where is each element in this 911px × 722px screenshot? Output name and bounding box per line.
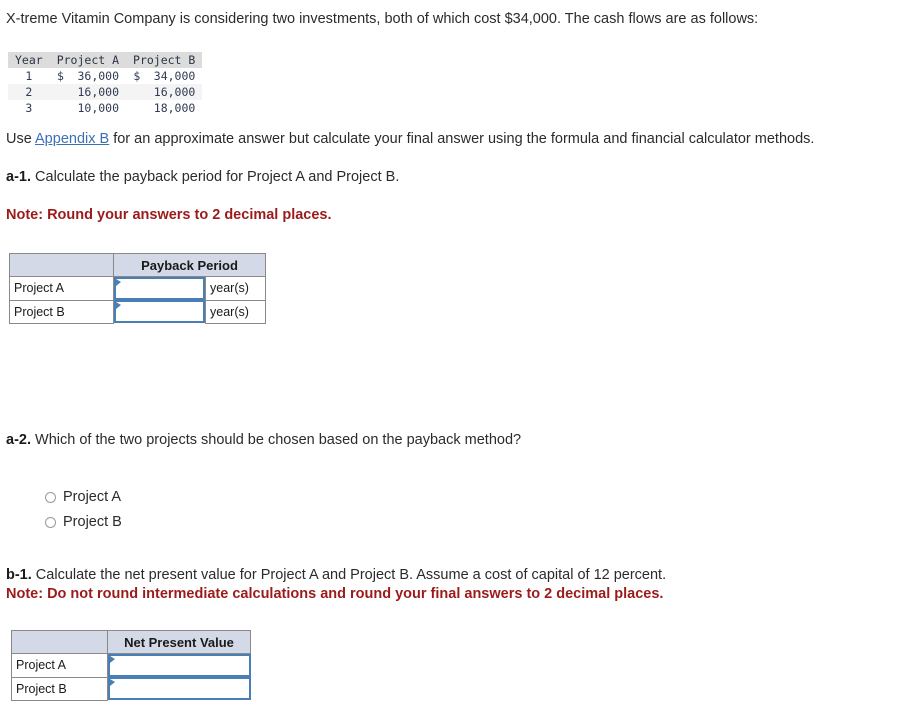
radio-option-project-b[interactable]: Project B	[45, 511, 122, 533]
amount: 18,000	[153, 101, 196, 115]
question-page: X-treme Vitamin Company is considering t…	[0, 0, 911, 722]
question-b1-line: b-1. Calculate the net present value for…	[6, 566, 666, 585]
payback-period-table: Payback Period Project A year(s) Project…	[9, 253, 266, 324]
payback-input-cell-project-a[interactable]	[113, 276, 206, 300]
question-b1-note: Note: Do not round intermediate calculat…	[6, 586, 664, 602]
amount: 16,000	[153, 85, 196, 99]
radio-label-project-b: Project B	[63, 514, 122, 530]
radio-option-project-a[interactable]: Project A	[45, 486, 122, 508]
amount: 16,000	[77, 85, 120, 99]
question-a1-note: Note: Round your answers to 2 decimal pl…	[6, 207, 332, 223]
currency-symbol: $	[133, 69, 141, 83]
radio-icon[interactable]	[45, 516, 56, 528]
question-b1-label: b-1.	[6, 567, 32, 583]
net-present-value-table: Net Present Value Project A Project B	[11, 630, 251, 701]
payback-row-label-project-b: Project B	[9, 299, 114, 324]
appendix-instruction-line: Use Appendix B for an approximate answer…	[6, 130, 814, 149]
cash-flow-project-b-value: 16,000	[126, 84, 203, 100]
cash-flow-project-b-value: $34,000	[126, 68, 202, 84]
cash-flow-year: 1	[25, 69, 33, 83]
amount: 34,000	[153, 69, 196, 83]
cash-flow-header-project-a: Project A	[49, 52, 127, 68]
table-row: 2 16,000 16,000	[8, 84, 203, 100]
question-a2-line: a-2. Which of the two projects should be…	[6, 431, 521, 450]
cash-flow-project-a-value: 10,000	[50, 100, 126, 116]
cash-flow-year: 2	[8, 84, 50, 100]
npv-input-cell-project-a[interactable]	[107, 653, 251, 677]
npv-input-project-b[interactable]	[108, 677, 251, 700]
cash-flow-year: 3	[25, 101, 33, 115]
payback-input-wrap-project-a	[114, 277, 205, 300]
question-b1-text: Calculate the net present value for Proj…	[31, 567, 667, 583]
question-a1-label: a-1.	[6, 169, 31, 185]
npv-corner-cell	[11, 630, 108, 654]
payback-unit-project-b: year(s)	[205, 299, 266, 324]
npv-input-wrap-project-a	[108, 654, 251, 677]
npv-input-project-a[interactable]	[108, 654, 251, 677]
question-a1-text: Calculate the payback period for Project…	[31, 169, 400, 185]
payback-input-project-a[interactable]	[114, 277, 205, 300]
table-row: Project B year(s)	[9, 299, 266, 324]
cash-flow-project-b-value: 18,000	[126, 100, 202, 116]
cash-flow-project-a-value: 16,000	[49, 84, 127, 100]
npv-input-wrap-project-b	[108, 677, 251, 700]
cash-flow-project-a-value: $36,000	[50, 68, 126, 84]
table-row: Project B	[11, 676, 251, 701]
npv-row-label-project-b: Project B	[11, 676, 108, 701]
radio-icon[interactable]	[45, 491, 56, 503]
question-a2-options: Project A Project B	[45, 486, 122, 536]
payback-input-cell-project-b[interactable]	[113, 300, 206, 323]
question-a2-text: Which of the two projects should be chos…	[31, 432, 522, 448]
question-a2-label: a-2.	[6, 432, 31, 448]
payback-header-row: Payback Period	[9, 253, 266, 277]
amount: 36,000	[77, 69, 120, 83]
question-a1-line: a-1. Calculate the payback period for Pr…	[6, 168, 399, 187]
cash-flow-table: Year Project A Project B 1 $36,000 $34,0…	[8, 52, 203, 116]
cash-flow-table-body: 1 $36,000 $34,000 2 16,000 16,000 3 10,0…	[8, 68, 203, 116]
npv-row-label-project-a: Project A	[11, 653, 108, 678]
payback-column-header: Payback Period	[113, 253, 266, 277]
payback-unit-project-a: year(s)	[205, 276, 266, 301]
table-row: Project A year(s)	[9, 276, 266, 301]
appendix-suffix: for an approximate answer but calculate …	[109, 131, 815, 147]
appendix-prefix: Use	[6, 131, 36, 147]
cash-flow-table-head: Year Project A Project B	[8, 52, 203, 68]
table-row: 1 $36,000 $34,000	[8, 68, 202, 84]
intro-paragraph: X-treme Vitamin Company is considering t…	[6, 11, 759, 27]
appendix-b-link[interactable]: Appendix B	[35, 131, 109, 147]
payback-corner-cell	[9, 253, 114, 277]
payback-row-label-project-a: Project A	[9, 276, 114, 301]
npv-header-row: Net Present Value	[11, 630, 251, 654]
payback-input-wrap-project-b	[114, 300, 205, 323]
cash-flow-header-project-b: Project B	[126, 52, 203, 68]
table-row: Project A	[11, 653, 251, 678]
table-row: 3 10,000 18,000	[8, 100, 202, 116]
npv-input-cell-project-b[interactable]	[107, 677, 251, 700]
cash-flow-header-year: Year	[8, 52, 50, 68]
radio-label-project-a: Project A	[63, 489, 122, 505]
amount: 10,000	[77, 101, 120, 115]
payback-input-project-b[interactable]	[114, 300, 205, 323]
npv-column-header: Net Present Value	[107, 630, 251, 654]
cash-flow-header-row: Year Project A Project B	[8, 52, 203, 68]
currency-symbol: $	[57, 69, 64, 83]
